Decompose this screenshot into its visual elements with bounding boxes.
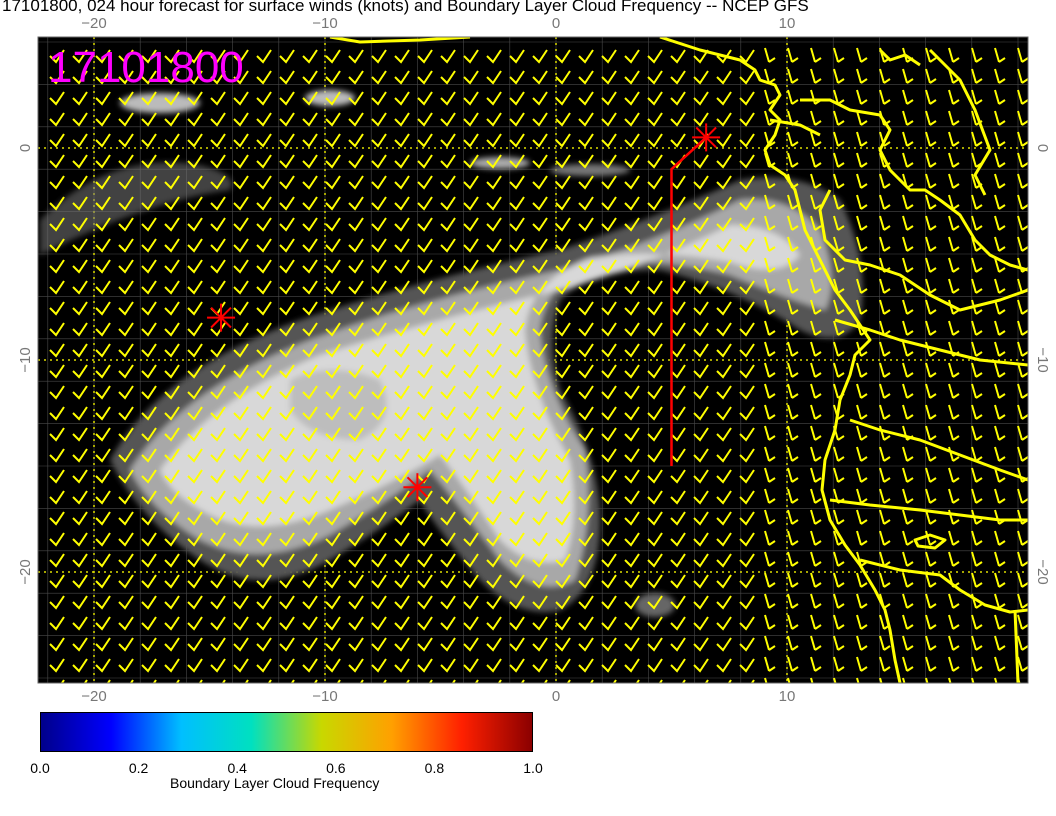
colorbar-tick: 0.4 xyxy=(227,760,247,776)
stamp-label: 17101800 xyxy=(48,43,244,92)
lon-tick-top: −20 xyxy=(81,15,106,32)
lat-tick-left: −10 xyxy=(17,347,34,372)
lon-tick-bottom: −10 xyxy=(312,688,337,705)
lat-tick-right: 0 xyxy=(1034,144,1051,152)
marker-star-northeast xyxy=(692,123,721,152)
colorbar-tick: 0.8 xyxy=(424,760,445,776)
lon-tick-bottom: −20 xyxy=(81,688,106,705)
lat-tick-right: −10 xyxy=(1034,347,1051,372)
lat-tick-left: −20 xyxy=(17,559,34,584)
lon-tick-top: −10 xyxy=(312,15,337,32)
colorbar-tick: 0.2 xyxy=(128,760,149,776)
lon-tick-bottom: 0 xyxy=(552,688,560,705)
lon-tick-bottom: 10 xyxy=(779,688,796,705)
forecast-map: 17101800 −20 −20 −10 −10 0 0 10 10 0 0 −10 −10 −20 −2… xyxy=(17,15,1051,705)
colorbar-gradient xyxy=(41,713,532,751)
marker-star-south xyxy=(403,473,432,502)
colorbar-label: Boundary Layer Cloud Frequency xyxy=(170,775,380,791)
colorbar-tick: 0.6 xyxy=(326,760,346,776)
marker-star-west xyxy=(207,303,236,332)
lat-tick-right: −20 xyxy=(1034,559,1051,584)
lon-tick-top: 0 xyxy=(552,15,560,32)
colorbar xyxy=(40,712,533,752)
colorbar-tick: 1.0 xyxy=(523,760,543,776)
lon-tick-top: 10 xyxy=(779,15,796,32)
colorbar-tick: 0.0 xyxy=(30,760,50,776)
lat-tick-left: 0 xyxy=(17,144,34,152)
